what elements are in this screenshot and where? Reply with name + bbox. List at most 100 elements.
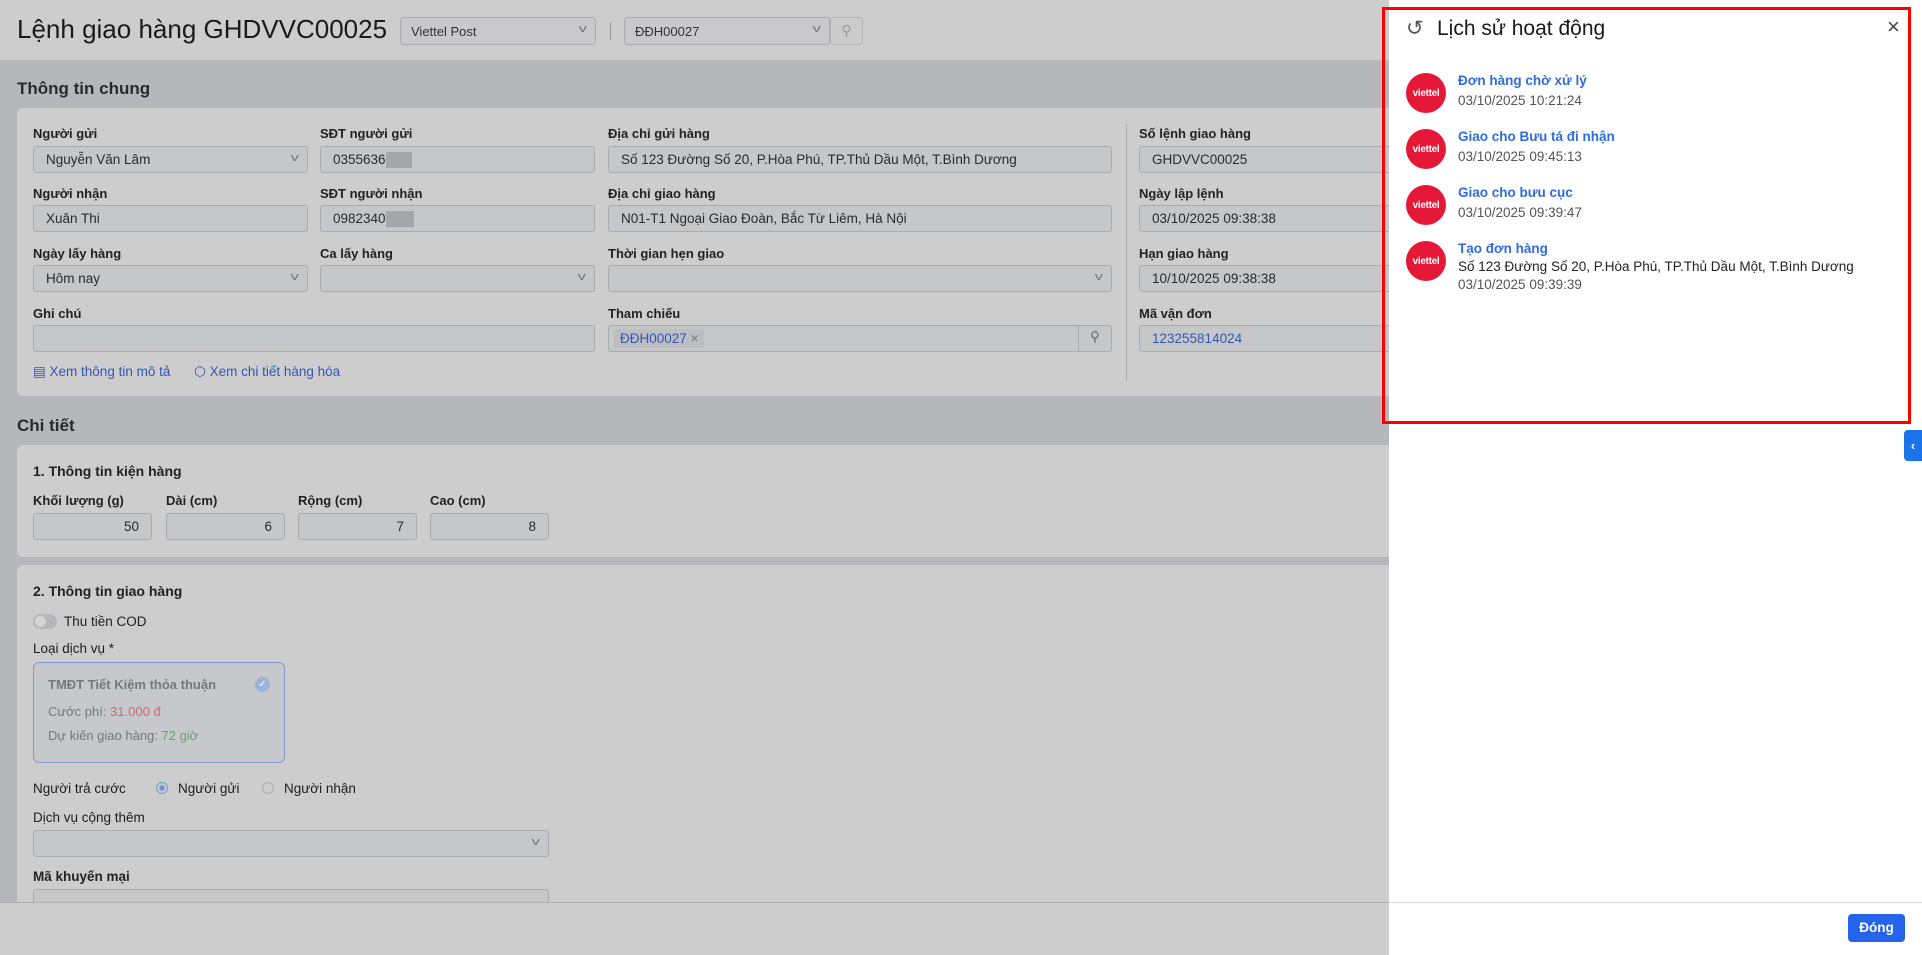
service-name: TMĐT Tiết Kiệm thỏa thuận <box>48 677 217 692</box>
divider <box>610 22 611 40</box>
radio-icon <box>262 782 274 794</box>
delivery-title: 2. Thông tin giao hàng <box>33 583 183 599</box>
view-goods-link[interactable]: ⬡ Xem chi tiết hàng hóa <box>194 364 340 380</box>
footer-bar <box>0 902 1389 955</box>
note-icon: ▤ <box>33 364 46 379</box>
cod-label: Thu tiền COD <box>64 614 147 629</box>
chevron-down-icon: v <box>290 271 299 283</box>
highlight-box <box>1382 7 1911 424</box>
column-divider <box>1126 124 1127 381</box>
pickup-address-input[interactable]: Số 123 Đường Số 20, P.Hòa Phú, TP.Thủ Dầ… <box>608 146 1112 173</box>
reference-label: Tham chiếu <box>608 306 681 321</box>
sender-select[interactable]: Nguyễn Văn Lâm v <box>33 146 308 173</box>
sender-phone-input[interactable]: 0355636 <box>320 146 595 173</box>
service-label: Loại dịch vụ * <box>33 641 115 656</box>
receiver-input[interactable]: Xuân Thi <box>33 205 308 232</box>
pickup-shift-label: Ca lấy hàng <box>320 246 393 261</box>
sender-value: Nguyễn Văn Lâm <box>46 152 151 167</box>
tracking-label: Mã vận đơn <box>1139 306 1212 321</box>
search-icon: ⚲ <box>841 22 852 38</box>
redaction <box>385 211 414 228</box>
page-title: Lệnh giao hàng GHDVVC00025 <box>17 14 388 44</box>
reference-input[interactable]: ĐĐH00027 × ⚲ <box>608 325 1112 352</box>
fee-value: 31.000 đ <box>110 704 161 719</box>
receiver-label: Người nhận <box>33 186 108 201</box>
sender-phone-label: SĐT người gửi <box>320 126 413 141</box>
created-label: Ngày lập lệnh <box>1139 186 1224 201</box>
redaction <box>385 152 412 169</box>
panel-footer-divider <box>1389 902 1922 903</box>
receiver-phone-input[interactable]: 0982340 <box>320 205 595 232</box>
payer-receiver-radio[interactable]: Người nhận <box>262 781 356 796</box>
length-input[interactable]: 6 <box>166 513 285 540</box>
cod-toggle[interactable] <box>33 614 57 629</box>
chevron-down-icon: v <box>577 271 586 283</box>
sender-phone-value: 0355636 <box>333 152 386 167</box>
pickup-date-label: Ngày lấy hàng <box>33 246 122 261</box>
weight-input[interactable]: 50 <box>33 513 152 540</box>
chevron-down-icon: v <box>812 23 821 35</box>
receiver-phone-label: SĐT người nhận <box>320 186 423 201</box>
view-description-text: Xem thông tin mô tả <box>49 364 171 379</box>
order-no-input[interactable]: GHDVVC00025 <box>1139 146 1399 173</box>
deadline-label: Hạn giao hàng <box>1139 246 1229 261</box>
delivery-address-input[interactable]: N01-T1 Ngoại Giao Đoàn, Bắc Từ Liêm, Hà … <box>608 205 1112 232</box>
order-value: ĐĐH00027 <box>635 24 700 39</box>
height-input[interactable]: 8 <box>430 513 549 540</box>
appointment-label: Thời gian hẹn giao <box>608 246 725 261</box>
check-circle-icon: ✓ <box>255 677 270 692</box>
promo-label: Mã khuyến mại <box>33 869 130 884</box>
delivery-address-label: Địa chỉ giao hàng <box>608 186 716 201</box>
pickup-date-select[interactable]: Hôm nay v <box>33 265 308 292</box>
width-label: Rộng (cm) <box>298 493 363 508</box>
tracking-link[interactable]: 123255814024 <box>1139 325 1399 352</box>
reference-tag: ĐĐH00027 × <box>614 329 705 348</box>
eta-label: Dự kiến giao hàng: <box>48 728 162 743</box>
extra-service-select[interactable]: v <box>33 830 549 857</box>
height-label: Cao (cm) <box>430 493 486 508</box>
chevron-down-icon: v <box>531 836 540 848</box>
order-select[interactable]: ĐĐH00027 v <box>624 17 830 45</box>
payer-label: Người trả cước <box>33 781 126 796</box>
note-input[interactable] <box>33 325 595 352</box>
view-description-link[interactable]: ▤ Xem thông tin mô tả <box>33 364 170 380</box>
chevron-left-icon: ‹ <box>1910 438 1916 453</box>
weight-label: Khối lượng (g) <box>33 493 124 508</box>
package-card <box>17 445 1407 557</box>
section-title-general: Thông tin chung <box>17 79 151 98</box>
eta-value: 72 giờ <box>161 728 199 743</box>
search-button[interactable]: ⚲ <box>830 17 863 45</box>
collapse-panel-button[interactable]: ‹ <box>1904 430 1922 461</box>
section-title-detail: Chi tiết <box>17 416 75 435</box>
extra-service-label: Dịch vụ cộng thêm <box>33 810 145 825</box>
sender-label: Người gửi <box>33 126 98 141</box>
chevron-down-icon: v <box>1094 271 1103 283</box>
appointment-select[interactable]: v <box>608 265 1112 292</box>
pickup-date-value: Hôm nay <box>46 271 101 286</box>
receiver-phone-value: 0982340 <box>333 211 386 226</box>
length-label: Dài (cm) <box>166 493 218 508</box>
payer-sender-radio[interactable]: Người gửi <box>156 781 239 796</box>
carrier-select[interactable]: Viettel Post v <box>400 17 596 45</box>
note-label: Ghi chú <box>33 306 82 321</box>
box-icon: ⬡ <box>194 364 206 379</box>
payer-sender-label: Người gửi <box>178 781 240 796</box>
width-input[interactable]: 7 <box>298 513 417 540</box>
remove-tag-icon[interactable]: × <box>691 331 699 346</box>
deadline-input[interactable]: 10/10/2025 09:38:38 <box>1139 265 1399 292</box>
chevron-down-icon: v <box>578 23 587 35</box>
service-option-card[interactable]: TMĐT Tiết Kiệm thỏa thuận ✓ Cước phí: 31… <box>33 662 285 763</box>
close-button[interactable]: Đóng <box>1848 914 1905 942</box>
chevron-down-icon: v <box>290 152 299 164</box>
radio-selected-icon <box>156 782 168 794</box>
order-no-label: Số lệnh giao hàng <box>1139 126 1251 141</box>
carrier-value: Viettel Post <box>411 24 477 39</box>
view-goods-text: Xem chi tiết hàng hóa <box>209 364 341 379</box>
pickup-shift-select[interactable]: v <box>320 265 595 292</box>
fee-label: Cước phí: <box>48 704 111 719</box>
reference-tag-text: ĐĐH00027 <box>620 331 687 346</box>
search-icon[interactable]: ⚲ <box>1078 326 1111 351</box>
created-input[interactable]: 03/10/2025 09:38:38 <box>1139 205 1399 232</box>
payer-receiver-label: Người nhận <box>284 781 356 796</box>
package-title: 1. Thông tin kiện hàng <box>33 463 182 479</box>
